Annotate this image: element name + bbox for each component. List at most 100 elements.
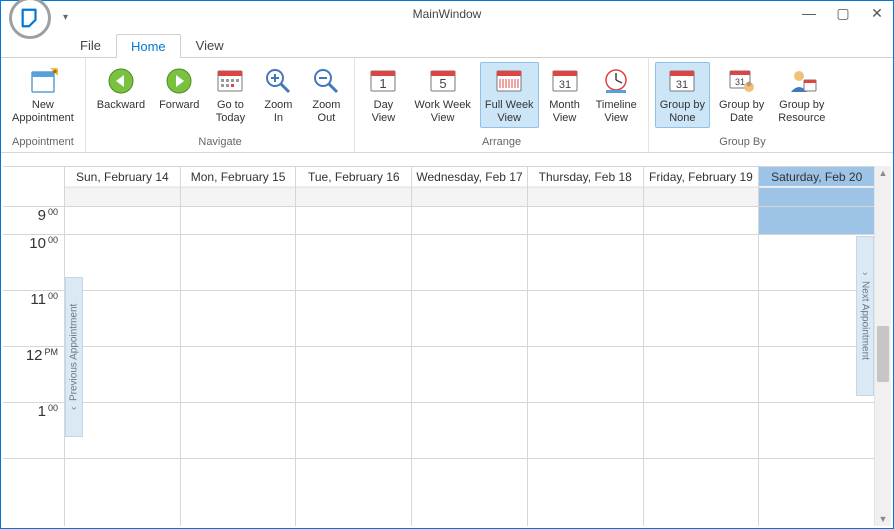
day-column[interactable] [181,207,297,526]
time-cell[interactable] [644,291,759,347]
minimize-button[interactable]: — [799,5,819,22]
svg-text:31: 31 [676,79,688,91]
next-appointment-tab[interactable]: › Next Appointment [856,236,874,396]
calendar-body[interactable]: 9001000110012PM100 ‹ Previous Appointmen… [3,207,874,526]
group-by-resource-label: Group by Resource [778,99,825,125]
forward-button[interactable]: Forward [154,62,204,128]
svg-text:★: ★ [51,67,58,76]
zoom-out-label: Zoom Out [312,99,340,125]
time-cell[interactable] [644,347,759,403]
time-label: 1100 [3,291,64,347]
calendar-day-icon: 1 [367,65,399,97]
time-cell[interactable] [181,347,296,403]
scrollbar-thumb[interactable] [877,326,889,382]
app-logo [9,0,51,39]
all-day-row[interactable] [528,187,643,206]
day-column[interactable] [528,207,644,526]
time-cell[interactable] [528,347,643,403]
day-header-label: Tue, February 16 [296,167,411,187]
time-cell[interactable] [412,347,527,403]
time-cell[interactable] [65,207,180,235]
timeline-view-button[interactable]: Timeline View [591,62,642,128]
tab-file[interactable]: File [65,33,116,57]
day-header[interactable]: Saturday, Feb 20 [759,167,874,207]
day-column[interactable] [296,207,412,526]
time-cell[interactable] [296,347,411,403]
group-by-none-button[interactable]: 31 Group by None [655,62,710,128]
qat-dropdown-icon[interactable]: ▾ [63,12,68,23]
calendar-groupresource-icon [786,65,818,97]
day-header-label: Thursday, Feb 18 [528,167,643,187]
vertical-scrollbar[interactable]: ▲ ▼ › Next Appointment [874,166,891,526]
time-cell[interactable] [412,403,527,459]
time-cell[interactable] [181,291,296,347]
day-header-label: Saturday, Feb 20 [759,167,874,187]
goto-today-button[interactable]: Go to Today [208,62,252,128]
arrow-left-icon [105,65,137,97]
all-day-row[interactable] [65,187,180,206]
all-day-row[interactable] [644,187,759,206]
day-view-button[interactable]: 1 Day View [361,62,405,128]
calendar-workweek-icon: 5 [427,65,459,97]
arrow-right-icon [163,65,195,97]
time-cell[interactable] [296,403,411,459]
scroll-up-icon[interactable]: ▲ [875,168,891,178]
calendar-fullweek-icon [493,65,525,97]
group-by-resource-button[interactable]: Group by Resource [773,62,830,128]
previous-appointment-tab[interactable]: ‹ Previous Appointment [65,277,83,437]
all-day-row[interactable] [412,187,527,206]
group-by-date-button[interactable]: 31 Group by Date [714,62,769,128]
day-header[interactable]: Thursday, Feb 18 [528,167,644,207]
time-cell[interactable] [181,235,296,291]
time-gutter-header [3,167,65,207]
time-cell[interactable] [296,207,411,235]
month-view-button[interactable]: 31 Month View [543,62,587,128]
new-appointment-label: New Appointment [12,99,74,125]
calendar-header-row: Sun, February 14Mon, February 15Tue, Feb… [3,167,874,207]
tab-home[interactable]: Home [116,34,181,58]
time-cell[interactable] [759,207,874,235]
time-cell[interactable] [759,403,874,459]
time-cell[interactable] [644,207,759,235]
work-week-view-button[interactable]: 5 Work Week View [409,62,475,128]
all-day-row[interactable] [759,187,874,206]
time-cell[interactable] [412,207,527,235]
title-bar: ▾ MainWindow — ▢ ✕ [1,1,893,29]
all-day-row[interactable] [296,187,411,206]
day-header[interactable]: Friday, February 19 [644,167,760,207]
time-cell[interactable] [296,291,411,347]
day-header[interactable]: Wednesday, Feb 17 [412,167,528,207]
chevron-left-icon: ‹ [69,407,80,410]
backward-button[interactable]: Backward [92,62,150,128]
time-cell[interactable] [644,403,759,459]
zoom-out-button[interactable]: Zoom Out [304,62,348,128]
day-column[interactable] [412,207,528,526]
time-cell[interactable] [528,207,643,235]
zoom-in-button[interactable]: Zoom In [256,62,300,128]
time-cell[interactable] [412,235,527,291]
day-header[interactable]: Sun, February 14 [65,167,181,207]
maximize-button[interactable]: ▢ [833,5,853,22]
time-cell[interactable] [528,291,643,347]
time-cell[interactable] [528,403,643,459]
time-cell[interactable] [296,235,411,291]
time-cell[interactable] [412,291,527,347]
time-cell[interactable] [644,235,759,291]
full-week-view-button[interactable]: Full Week View [480,62,539,128]
time-cell[interactable] [528,235,643,291]
day-column[interactable] [644,207,760,526]
all-day-row[interactable] [181,187,296,206]
new-appointment-icon: ★ [27,65,59,97]
close-button[interactable]: ✕ [867,5,887,22]
time-cell[interactable] [181,403,296,459]
tab-view[interactable]: View [181,33,239,57]
zoom-in-label: Zoom In [264,99,292,125]
day-header[interactable]: Tue, February 16 [296,167,412,207]
group-by-date-label: Group by Date [719,99,764,125]
day-header[interactable]: Mon, February 15 [181,167,297,207]
new-appointment-button[interactable]: ★ New Appointment [7,62,79,128]
scroll-down-icon[interactable]: ▼ [875,514,891,524]
group-label-groupby: Group By [719,136,765,150]
month-view-label: Month View [549,99,580,125]
time-cell[interactable] [181,207,296,235]
